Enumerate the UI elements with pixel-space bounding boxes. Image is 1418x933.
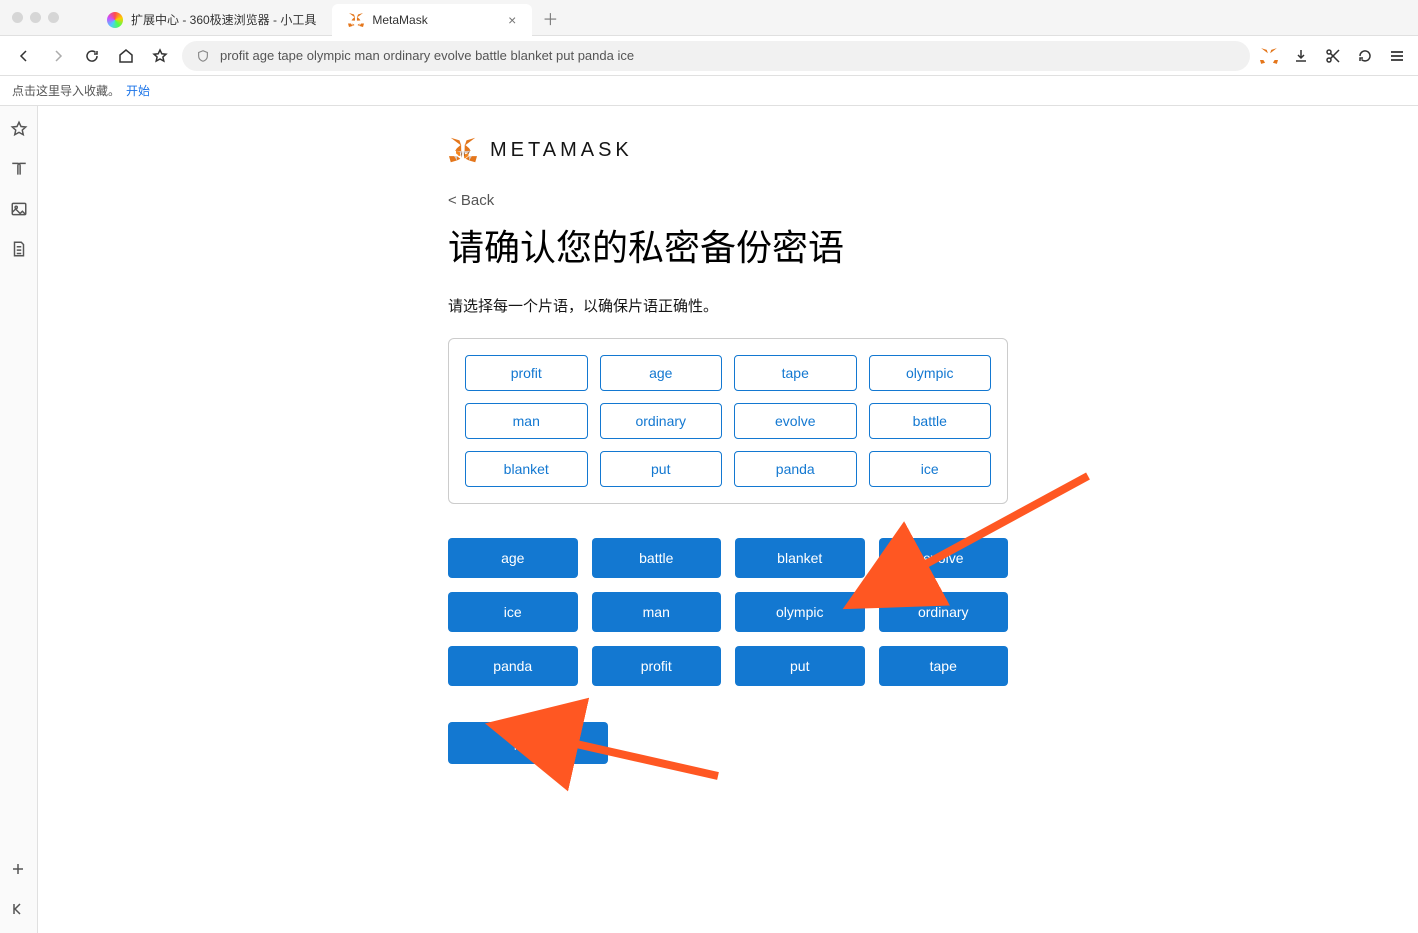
selected-word-panda[interactable]: panda bbox=[734, 451, 857, 487]
selected-word-put[interactable]: put bbox=[600, 451, 723, 487]
selected-word-olympic[interactable]: olympic bbox=[869, 355, 992, 391]
favicon-360-icon bbox=[107, 12, 123, 28]
metamask-ext-icon[interactable] bbox=[1260, 47, 1278, 65]
pool-word-olympic[interactable]: olympic bbox=[735, 592, 865, 632]
back-button[interactable] bbox=[12, 44, 36, 68]
tab-title: 扩展中心 - 360极速浏览器 - 小工具 bbox=[131, 11, 316, 28]
close-dot[interactable] bbox=[12, 12, 23, 23]
star-button[interactable] bbox=[148, 44, 172, 68]
selected-word-battle[interactable]: battle bbox=[869, 403, 992, 439]
toolbar: profit age tape olympic man ordinary evo… bbox=[0, 36, 1418, 76]
pool-word-put[interactable]: put bbox=[735, 646, 865, 686]
logo-row: METAMASK bbox=[448, 136, 1008, 164]
min-dot[interactable] bbox=[30, 12, 41, 23]
content-area: METAMASK < Back 请确认您的私密备份密语 请选择每一个片语，以确保… bbox=[38, 106, 1418, 933]
metamask-logo-icon bbox=[448, 136, 478, 164]
tab-title: MetaMask bbox=[372, 13, 427, 27]
favicon-fox-icon bbox=[348, 12, 364, 28]
selected-word-ordinary[interactable]: ordinary bbox=[600, 403, 723, 439]
page-heading: 请确认您的私密备份密语 bbox=[448, 219, 1008, 271]
shield-icon bbox=[196, 49, 210, 63]
bookmark-prompt: 点击这里导入收藏。 bbox=[12, 82, 120, 99]
left-sidebar bbox=[0, 106, 38, 933]
pool-word-panda[interactable]: panda bbox=[448, 646, 578, 686]
image-icon[interactable] bbox=[10, 200, 28, 218]
bookmark-bar: 点击这里导入收藏。 开始 bbox=[0, 76, 1418, 106]
pool-word-man[interactable]: man bbox=[592, 592, 722, 632]
confirm-button[interactable]: 确认 bbox=[448, 722, 608, 764]
tab-1[interactable]: MetaMask × bbox=[332, 4, 532, 36]
pool-word-profit[interactable]: profit bbox=[592, 646, 722, 686]
selected-word-man[interactable]: man bbox=[465, 403, 588, 439]
book-icon[interactable] bbox=[10, 160, 28, 178]
download-icon[interactable] bbox=[1292, 47, 1310, 65]
subtext: 请选择每一个片语，以确保片语正确性。 bbox=[448, 295, 1008, 316]
pool-word-evolve[interactable]: evolve bbox=[879, 538, 1009, 578]
plus-icon[interactable] bbox=[10, 861, 28, 879]
new-tab-button[interactable]: ＋ bbox=[532, 6, 568, 30]
pool-word-ordinary[interactable]: ordinary bbox=[879, 592, 1009, 632]
address-bar[interactable]: profit age tape olympic man ordinary evo… bbox=[182, 41, 1250, 71]
selected-word-blanket[interactable]: blanket bbox=[465, 451, 588, 487]
selected-word-age[interactable]: age bbox=[600, 355, 723, 391]
pool-word-blanket[interactable]: blanket bbox=[735, 538, 865, 578]
undo-icon[interactable] bbox=[1356, 47, 1374, 65]
traffic-lights bbox=[0, 12, 71, 23]
tab-0[interactable]: 扩展中心 - 360极速浏览器 - 小工具 bbox=[91, 4, 332, 36]
close-tab-icon[interactable]: × bbox=[508, 12, 516, 28]
selected-words-box: profit agetape olympic man ordinary evolve bat… bbox=[448, 338, 1008, 504]
toolbar-right bbox=[1260, 47, 1406, 65]
scissors-icon[interactable] bbox=[1324, 47, 1342, 65]
star-outline-icon[interactable] bbox=[10, 120, 28, 138]
url-text: profit age tape olympic man ordinary evo… bbox=[220, 48, 634, 63]
pool-word-tape[interactable]: tape bbox=[879, 646, 1009, 686]
titlebar: 扩展中心 - 360极速浏览器 - 小工具 MetaMask × ＋ bbox=[0, 0, 1418, 36]
home-button[interactable] bbox=[114, 44, 138, 68]
selected-word-evolve[interactable]: evolve bbox=[734, 403, 857, 439]
menu-icon[interactable] bbox=[1388, 47, 1406, 65]
logo-text: METAMASK bbox=[490, 139, 633, 162]
selected-word-ice[interactable]: ice bbox=[869, 451, 992, 487]
forward-button[interactable] bbox=[46, 44, 70, 68]
pool-word-battle[interactable]: battle bbox=[592, 538, 722, 578]
bookmark-start-link[interactable]: 开始 bbox=[126, 82, 150, 99]
collapse-icon[interactable] bbox=[10, 901, 28, 919]
tabs-container: 扩展中心 - 360极速浏览器 - 小工具 MetaMask × ＋ bbox=[91, 0, 568, 35]
pool-word-age[interactable]: age bbox=[448, 538, 578, 578]
pool-word-ice[interactable]: ice bbox=[448, 592, 578, 632]
back-link[interactable]: < Back bbox=[448, 192, 1008, 209]
reload-button[interactable] bbox=[80, 44, 104, 68]
selected-word-tape[interactable]: tape bbox=[734, 355, 857, 391]
selected-word-profit[interactable]: profit bbox=[465, 355, 588, 391]
pool-words-box: age battle blanket evolve iceman olympic ordin… bbox=[448, 538, 1008, 686]
max-dot[interactable] bbox=[48, 12, 59, 23]
doc-icon[interactable] bbox=[10, 240, 28, 258]
